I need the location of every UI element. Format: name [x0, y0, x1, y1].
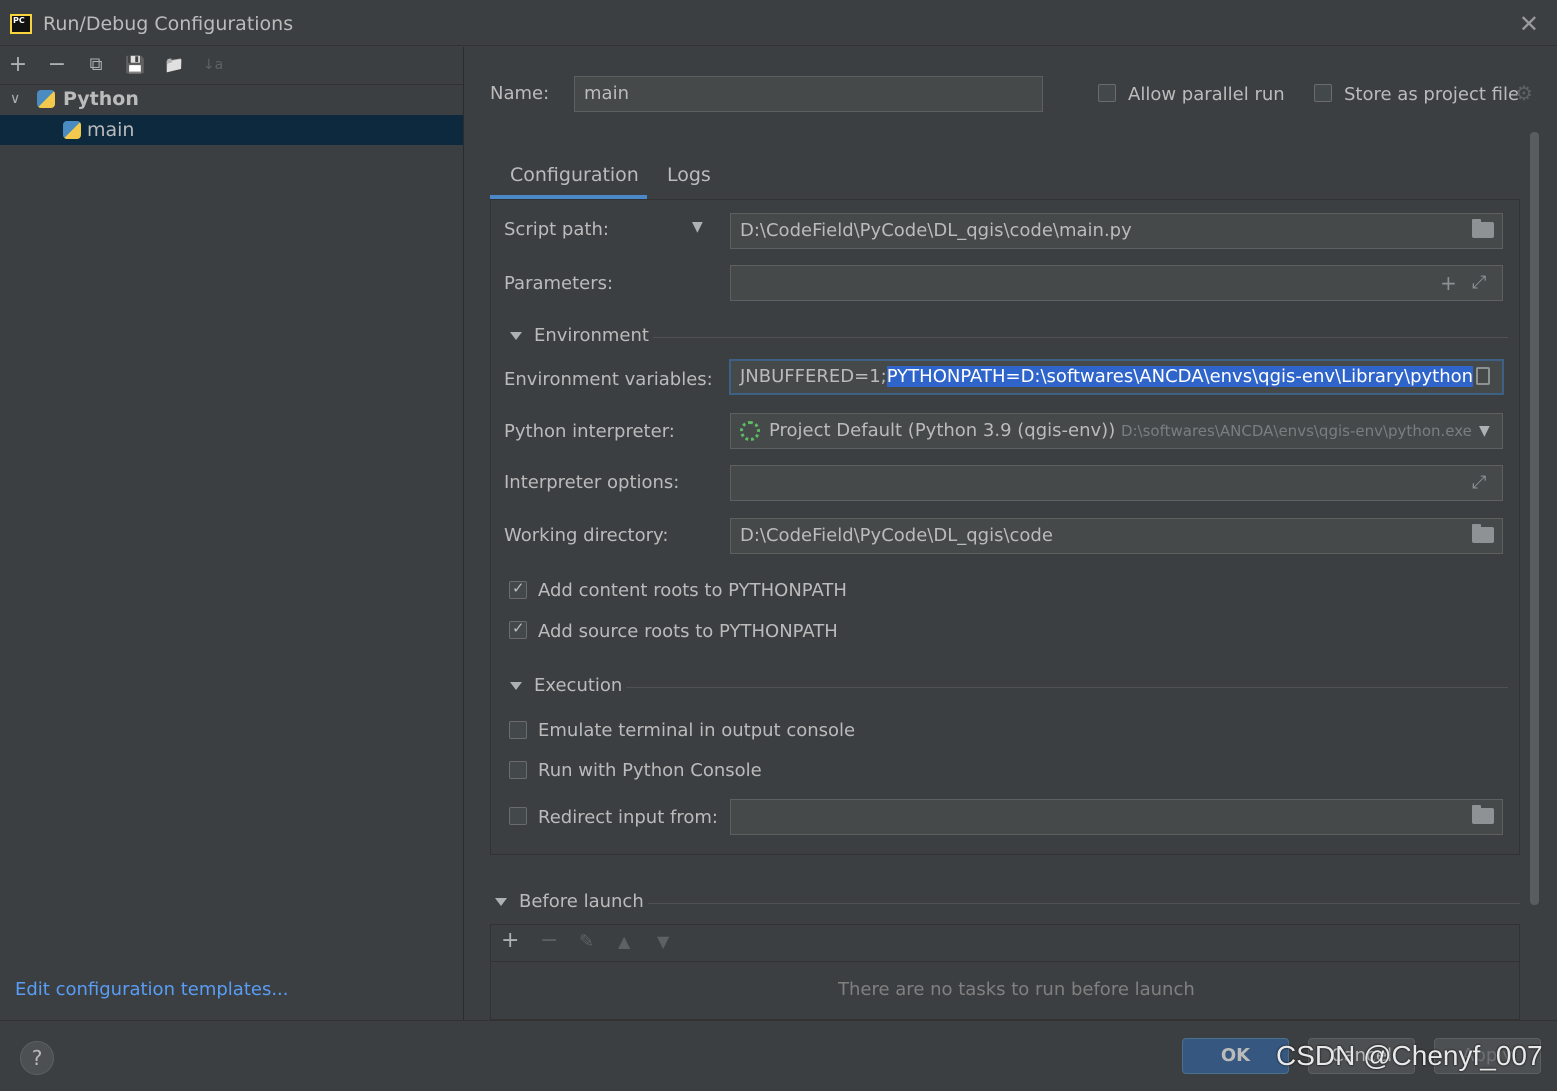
- tree-item-main[interactable]: main: [0, 115, 463, 145]
- gear-icon[interactable]: ⚙: [1515, 81, 1533, 105]
- store-project-file-checkbox[interactable]: [1314, 84, 1332, 102]
- allow-parallel-checkbox[interactable]: [1098, 84, 1116, 102]
- collapse-triangle-icon: [495, 898, 507, 906]
- python-icon: [63, 121, 81, 139]
- collapse-triangle-icon: [510, 682, 522, 690]
- help-button[interactable]: ?: [20, 1041, 54, 1075]
- chevron-down-icon: ∨: [10, 91, 21, 107]
- emulate-terminal-label: Emulate terminal in output console: [538, 720, 856, 741]
- interpreter-label: Python interpreter:: [504, 421, 675, 442]
- folder-icon[interactable]: [1472, 219, 1494, 238]
- configuration-editor: Name: main Allow parallel run Store as p…: [465, 47, 1557, 1020]
- script-path-label: Script path:: [504, 219, 609, 240]
- configuration-panel: Script path: ▼ D:\CodeField\PyCode\DL_qg…: [490, 199, 1520, 855]
- tab-logs[interactable]: Logs: [667, 164, 711, 186]
- python-icon: [37, 90, 55, 108]
- before-launch-separator: [648, 903, 1520, 904]
- edit-templates-link[interactable]: Edit configuration templates...: [15, 979, 289, 1000]
- content-roots-checkbox[interactable]: [509, 579, 527, 599]
- apply-button[interactable]: Apply: [1434, 1038, 1541, 1074]
- close-icon[interactable]: ✕: [1519, 10, 1539, 38]
- copy-configuration-icon[interactable]: ⧉: [84, 53, 108, 77]
- parameters-label: Parameters:: [504, 273, 614, 294]
- cancel-button[interactable]: Cancel: [1308, 1038, 1415, 1074]
- edit-task-icon[interactable]: ✎: [579, 931, 594, 952]
- script-type-dropdown-icon[interactable]: ▼: [692, 219, 703, 235]
- environment-section[interactable]: Environment: [510, 325, 649, 346]
- env-vars-input[interactable]: JNBUFFERED=1;PYTHONPATH=D:\softwares\ANC…: [729, 359, 1504, 395]
- name-input[interactable]: main: [574, 76, 1043, 112]
- configurations-sidebar: + − ⧉ 💾 📁 ↓a ∨ Python main Edit configur…: [0, 47, 464, 1020]
- env-vars-selection: PYTHONPATH=D:\softwares\ANCDA\envs\qgis-…: [886, 366, 1474, 387]
- env-vars-label: Environment variables:: [504, 369, 713, 390]
- expand-icon[interactable]: ⤢: [1472, 466, 1486, 500]
- move-up-icon[interactable]: ▲: [618, 932, 630, 951]
- folder-icon[interactable]: [1472, 524, 1494, 543]
- redirect-input-field[interactable]: [730, 799, 1503, 835]
- expand-icon[interactable]: ⤢: [1472, 266, 1486, 300]
- store-project-file-label: Store as project file: [1344, 84, 1520, 105]
- execution-section[interactable]: Execution: [510, 675, 622, 696]
- save-configuration-icon[interactable]: 💾: [123, 53, 147, 77]
- redirect-input-label: Redirect input from:: [538, 807, 718, 828]
- redirect-input-checkbox[interactable]: [509, 807, 527, 825]
- move-down-icon[interactable]: ▼: [657, 932, 669, 951]
- add-task-icon[interactable]: +: [501, 928, 519, 953]
- vertical-scrollbar[interactable]: [1530, 132, 1539, 905]
- interpreter-options-input[interactable]: ⤢: [730, 465, 1503, 501]
- source-roots-label: Add source roots to PYTHONPATH: [538, 621, 838, 642]
- execution-separator: [626, 687, 1508, 688]
- remove-configuration-icon[interactable]: −: [45, 53, 69, 77]
- loading-spinner-icon: [740, 421, 760, 441]
- source-roots-checkbox[interactable]: [509, 619, 527, 639]
- no-tasks-text: There are no tasks to run before launch: [838, 979, 1195, 1000]
- folder-icon[interactable]: [1472, 805, 1494, 824]
- tree-item-label: main: [87, 119, 135, 141]
- tab-configuration[interactable]: Configuration: [510, 164, 639, 186]
- environment-separator: [653, 337, 1508, 338]
- interpreter-options-label: Interpreter options:: [504, 472, 680, 493]
- tree-group-python[interactable]: ∨ Python: [0, 84, 463, 114]
- python-console-checkbox[interactable]: [509, 761, 527, 779]
- chevron-down-icon[interactable]: ▼: [1479, 414, 1490, 448]
- new-folder-icon[interactable]: 📁: [162, 53, 186, 77]
- working-dir-label: Working directory:: [504, 525, 669, 546]
- browse-env-icon[interactable]: [1476, 367, 1490, 385]
- remove-task-icon[interactable]: −: [540, 928, 558, 953]
- pycharm-logo-icon: PC: [10, 14, 32, 34]
- add-macro-icon[interactable]: +: [1440, 266, 1457, 300]
- add-configuration-icon[interactable]: +: [6, 53, 30, 77]
- content-roots-label: Add content roots to PYTHONPATH: [538, 580, 847, 601]
- before-launch-section[interactable]: Before launch: [495, 891, 644, 912]
- ok-button[interactable]: OK: [1182, 1038, 1289, 1074]
- before-launch-panel: + − ✎ ▲ ▼ There are no tasks to run befo…: [490, 924, 1520, 1020]
- window-title: Run/Debug Configurations: [43, 13, 294, 35]
- python-console-label: Run with Python Console: [538, 760, 762, 781]
- title-bar: PC Run/Debug Configurations ✕: [0, 0, 1557, 46]
- tree-group-label: Python: [63, 88, 139, 110]
- working-dir-input[interactable]: D:\CodeField\PyCode\DL_qgis\code: [730, 518, 1503, 554]
- parameters-input[interactable]: + ⤢: [730, 265, 1503, 301]
- active-tab-indicator: [490, 195, 647, 199]
- allow-parallel-label: Allow parallel run: [1128, 84, 1285, 105]
- script-path-input[interactable]: D:\CodeField\PyCode\DL_qgis\code\main.py: [730, 213, 1503, 249]
- emulate-terminal-checkbox[interactable]: [509, 721, 527, 739]
- sort-icon[interactable]: ↓a: [201, 53, 225, 77]
- name-label: Name:: [490, 83, 550, 104]
- before-launch-toolbar: + − ✎ ▲ ▼: [491, 925, 1519, 962]
- dialog-button-bar: ? OK Cancel Apply: [0, 1020, 1557, 1091]
- interpreter-select[interactable]: Project Default (Python 3.9 (qgis-env)) …: [730, 413, 1503, 449]
- collapse-triangle-icon: [510, 332, 522, 340]
- sidebar-toolbar: + − ⧉ 💾 📁 ↓a: [0, 47, 463, 85]
